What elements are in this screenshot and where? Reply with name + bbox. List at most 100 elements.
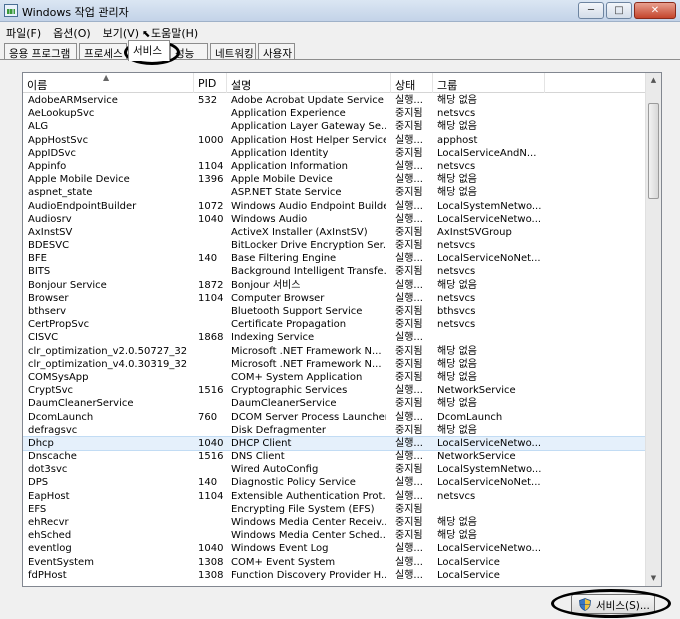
services-button[interactable]: 서비스(S)... <box>571 594 655 614</box>
service-name: Audiosrv <box>28 213 72 225</box>
table-row[interactable]: bthserv Bluetooth Support Service 중지됨 bthsv… <box>23 305 647 318</box>
tab-performance[interactable]: 성능 <box>170 43 208 60</box>
service-pid: 1040 <box>198 437 224 449</box>
service-name: Apple Mobile Device <box>28 174 130 186</box>
scroll-down-icon[interactable]: ▼ <box>646 571 661 586</box>
service-description: Adobe Acrobat Update Service <box>231 95 384 106</box>
service-status: 실행... <box>395 95 423 106</box>
table-row[interactable]: EFS Encrypting File System (EFS) 중지됨 <box>23 503 647 516</box>
table-row[interactable]: DcomLaunch 760 DCOM Server Process Launche… <box>23 411 647 424</box>
service-pid: 1104 <box>198 292 224 304</box>
table-row[interactable]: ehSched Windows Media Center Sched... 중지됨 해… <box>23 529 647 542</box>
menu-options[interactable]: 옵션(O) <box>47 22 96 40</box>
table-row[interactable]: EapHost 1104 Extensible Authentication Pro… <box>23 490 647 503</box>
table-row[interactable]: CertPropSvc Certificate Propagation 중지됨 net… <box>23 318 647 331</box>
column-header-description[interactable]: 설명 <box>227 73 391 93</box>
menu-file[interactable]: 파일(F) <box>0 22 47 40</box>
table-row[interactable]: CISVC 1868 Indexing Service 실행... <box>23 331 647 344</box>
task-manager-icon <box>4 4 18 17</box>
table-row[interactable]: EventSystem 1308 COM+ Event System 실행... Loc… <box>23 556 647 569</box>
tab-processes[interactable]: 프로세스 <box>79 43 127 60</box>
service-description: Microsoft .NET Framework N... <box>231 358 382 370</box>
service-status: 실행... <box>395 385 423 397</box>
service-status: 실행... <box>395 253 423 265</box>
service-group: 해당 없음 <box>437 279 477 291</box>
tab-users[interactable]: 사용자 <box>258 43 295 60</box>
table-row[interactable]: Audiosrv 1040 Windows Audio 실행... LocalServi… <box>23 213 647 226</box>
service-description: Function Discovery Provider H... <box>231 569 386 581</box>
scrollbar-thumb[interactable] <box>648 103 659 199</box>
service-name: EapHost <box>28 490 70 502</box>
table-row[interactable]: AdobeARMservice 532 Adobe Acrobat Update S… <box>23 94 647 107</box>
service-name: DaumCleanerService <box>28 398 134 410</box>
service-description: Windows Media Center Receiv... <box>231 517 386 528</box>
table-row[interactable]: Dnscache 1516 DNS Client 실행... NetworkServic… <box>23 450 647 463</box>
table-row[interactable]: AxInstSV ActiveX Installer (AxInstSV) 중지됨 A… <box>23 226 647 239</box>
service-status: 실행... <box>395 490 423 502</box>
table-row[interactable]: Browser 1104 Computer Browser 실행... netsvcs <box>23 292 647 305</box>
services-list[interactable]: 이름 ▲ PID 설명 상태 그룹 AdobeARMservice 532 Adob… <box>22 72 662 587</box>
service-name: defragsvc <box>28 424 78 436</box>
table-row[interactable]: BITS Background Intelligent Transfe... 중지됨… <box>23 265 647 278</box>
service-name: AdobeARMservice <box>28 95 118 106</box>
table-row[interactable]: clr_optimization_v4.0.30319_32 Microsoft … <box>23 358 647 371</box>
column-header-name[interactable]: 이름 ▲ <box>23 73 194 93</box>
table-row[interactable]: AeLookupSvc Application Experience 중지됨 nets… <box>23 107 647 120</box>
column-header-pid[interactable]: PID <box>194 73 227 93</box>
service-status: 중지됨 <box>395 517 423 528</box>
service-description: Encrypting File System (EFS) <box>231 503 375 515</box>
service-status: 중지됨 <box>395 240 423 252</box>
service-description: Windows Media Center Sched... <box>231 530 386 542</box>
menu-help[interactable]: 도움말(H) <box>145 22 204 40</box>
table-row[interactable]: dot3svc Wired AutoConfig 중지됨 LocalSystemNet… <box>23 463 647 476</box>
close-button[interactable]: ✕ <box>634 2 676 19</box>
menu-bar: 파일(F) 옵션(O) 보기(V) 도움말(H) <box>0 22 680 40</box>
scroll-up-icon[interactable]: ▲ <box>646 73 661 88</box>
service-description: Extensible Authentication Prot... <box>231 490 386 502</box>
maximize-button[interactable]: □ <box>606 2 632 19</box>
table-row[interactable]: Bonjour Service 1872 Bonjour 서비스 실행... 해당 없음 <box>23 279 647 292</box>
table-row[interactable]: ALG Application Layer Gateway Se... 중지됨 해당 … <box>23 120 647 133</box>
table-row[interactable]: defragsvc Disk Defragmenter 중지됨 해당 없음 <box>23 424 647 437</box>
table-row[interactable]: BFE 140 Base Filtering Engine 실행... LocalSer… <box>23 252 647 265</box>
menu-view[interactable]: 보기(V) <box>97 22 145 40</box>
service-status: 중지됨 <box>395 266 423 278</box>
service-pid: 1516 <box>198 451 224 463</box>
service-group: 해당 없음 <box>437 398 477 410</box>
table-row[interactable]: clr_optimization_v2.0.50727_32 Microsoft … <box>23 345 647 358</box>
table-row[interactable]: aspnet_state ASP.NET State Service 중지됨 해당 없… <box>23 186 647 199</box>
service-description: Bluetooth Support Service <box>231 306 363 317</box>
service-status: 실행... <box>395 174 423 186</box>
column-header-status[interactable]: 상태 <box>391 73 433 93</box>
service-status: 실행... <box>395 556 423 568</box>
service-pid: 1872 <box>198 279 224 291</box>
table-row[interactable]: Apple Mobile Device 1396 Apple Mobile Devi… <box>23 173 647 186</box>
table-row[interactable]: Appinfo 1104 Application Information 실행... n… <box>23 160 647 173</box>
table-row[interactable]: AppIDSvc Application Identity 중지됨 LocalServ… <box>23 147 647 160</box>
table-row[interactable]: CryptSvc 1516 Cryptographic Services 실행... N… <box>23 384 647 397</box>
column-header-group[interactable]: 그룹 <box>433 73 545 93</box>
service-pid: 1072 <box>198 200 224 212</box>
table-row[interactable]: BDESVC BitLocker Drive Encryption Ser... 중… <box>23 239 647 252</box>
service-description: DCOM Server Process Launcher <box>231 411 386 423</box>
table-row[interactable]: DaumCleanerService DaumCleanerService 중지됨 해… <box>23 397 647 410</box>
tab-applications[interactable]: 응용 프로그램 <box>4 43 77 60</box>
table-row[interactable]: fdPHost 1308 Function Discovery Provider H… <box>23 569 647 582</box>
vertical-scrollbar[interactable]: ▲ ▼ <box>645 73 661 586</box>
table-row[interactable]: Dhcp 1040 DHCP Client 실행... LocalServiceNetw… <box>23 435 648 452</box>
service-group: LocalService <box>437 569 500 581</box>
tab-services[interactable]: 서비스 <box>128 40 170 61</box>
tab-networking[interactable]: 네트워킹 <box>210 43 256 60</box>
tab-bar: 응용 프로그램 프로세스 성능 서비스 네트워킹 사용자 <box>0 40 680 61</box>
table-row[interactable]: eventlog 1040 Windows Event Log 실행... LocalS… <box>23 542 647 555</box>
service-status: 중지됨 <box>395 121 423 133</box>
service-group: netsvcs <box>437 292 476 304</box>
table-row[interactable]: ehRecvr Windows Media Center Receiv... 중지됨… <box>23 516 647 529</box>
service-name: COMSysApp <box>28 371 89 383</box>
service-status: 실행... <box>395 160 423 172</box>
table-row[interactable]: AppHostSvc 1000 Application Host Helper Se… <box>23 134 647 147</box>
table-row[interactable]: DPS 140 Diagnostic Policy Service 실행... Loca… <box>23 476 647 489</box>
minimize-button[interactable]: ─ <box>578 2 604 19</box>
table-row[interactable]: COMSysApp COM+ System Application 중지됨 해당 없음 <box>23 371 647 384</box>
table-row[interactable]: AudioEndpointBuilder 1072 Windows Audio En… <box>23 200 647 213</box>
